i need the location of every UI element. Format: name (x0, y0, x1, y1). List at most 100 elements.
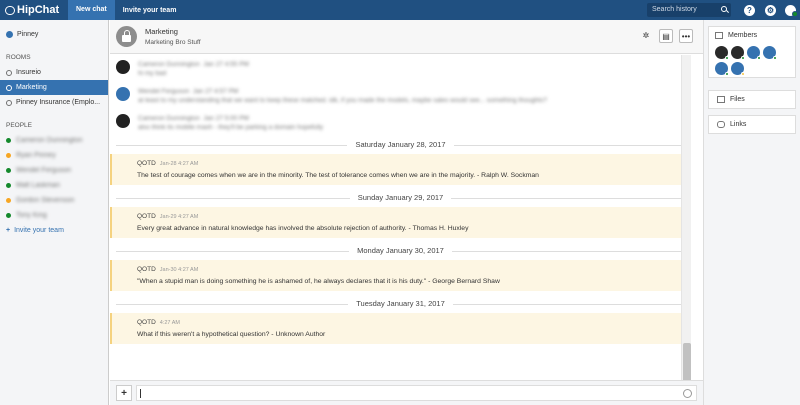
message-text: hi my bad (138, 70, 167, 77)
presence-available-icon (725, 56, 729, 60)
members-panel[interactable]: Members (708, 26, 796, 78)
message-list[interactable]: Cameron Dunnington Jan 27 4:55 PM hi my … (110, 55, 691, 400)
person-label: Gordon Stevenson (16, 197, 75, 204)
message-author: QOTD (137, 213, 156, 220)
presence-available-icon (6, 138, 11, 143)
room-icon (6, 84, 12, 91)
file-icon (717, 96, 725, 103)
files-panel[interactable]: Files (708, 90, 796, 109)
lock-icon (116, 26, 137, 47)
room-name: Marketing (145, 27, 178, 36)
message-text: Every great advance in natural knowledge… (137, 225, 469, 232)
sidebar-person[interactable]: Cameron Dunnington (0, 133, 108, 148)
member-avatar[interactable] (763, 46, 777, 60)
sidebar-invite-team-link[interactable]: + Invite your team (0, 223, 108, 238)
links-label: Links (730, 121, 747, 128)
presence-available-icon (741, 56, 745, 60)
message-text: The test of courage comes when we are in… (137, 172, 539, 179)
sidebar-room-insureio[interactable]: Insureio (0, 65, 108, 80)
avatar[interactable] (116, 60, 130, 74)
team-name-row[interactable]: Pinney (0, 20, 108, 48)
chat-bubble-icon (5, 5, 15, 15)
new-chat-button[interactable]: New chat (68, 0, 115, 20)
message-text: What if this weren't a hypothetical ques… (137, 331, 326, 338)
qotd-message: QOTD Jan-29 4:27 AM Every great advance i… (110, 207, 691, 238)
members-icon (715, 32, 723, 39)
member-avatar[interactable] (715, 46, 729, 60)
date-label: Sunday January 29, 2017 (349, 193, 452, 202)
room-label: Insureio (16, 69, 41, 76)
search-icon (721, 6, 727, 12)
help-icon[interactable]: ? (744, 4, 755, 16)
message-author: QOTD (137, 160, 156, 167)
avatar[interactable] (116, 87, 130, 101)
room-icon (6, 99, 12, 106)
presence-available-icon (725, 72, 729, 76)
date-label: Saturday January 28, 2017 (347, 140, 454, 149)
qotd-message: QOTD 4:27 AM What if this weren't a hypot… (110, 313, 691, 344)
hipchat-logo[interactable]: HipChat (0, 4, 68, 16)
message: Cameron Dunnington Jan 27 4:55 PM hi my … (110, 55, 691, 82)
member-avatar[interactable] (731, 46, 745, 60)
files-label: Files (730, 96, 745, 103)
rooms-section-label: ROOMS (6, 54, 31, 61)
presence-available-icon (6, 168, 11, 173)
message-text: at least to my understanding that we wan… (138, 97, 548, 104)
date-label: Monday January 30, 2017 (349, 246, 452, 255)
settings-icon[interactable]: ⚙ (765, 4, 776, 16)
presence-away-icon (6, 198, 11, 203)
person-label: Wendel Ferguson (16, 167, 72, 174)
date-separator: Sunday January 29, 2017 (116, 189, 685, 207)
chat-main: Marketing Marketing Bro Stuff ✲ ▤ ••• Ca… (110, 20, 703, 405)
person-label: Matt Laskman (16, 182, 60, 189)
message: Wendel Ferguson Jan 27 4:57 PM at least … (110, 82, 691, 109)
message-time: Jan-28 4:27 AM (159, 161, 199, 167)
sidebar-person[interactable]: Gordon Stevenson (0, 193, 108, 208)
add-attachment-button[interactable]: + (116, 385, 132, 401)
app-name: HipChat (17, 4, 60, 16)
text-caret (140, 389, 141, 398)
message-time: Jan-30 4:27 AM (159, 267, 199, 273)
user-avatar[interactable] (785, 4, 798, 17)
team-logo-icon (6, 30, 13, 38)
sidebar-person[interactable]: Ryan Pinney (0, 148, 108, 163)
member-avatar[interactable] (715, 62, 729, 76)
top-bar: HipChat New chat Invite your team Search… (0, 0, 800, 20)
message-input[interactable] (136, 385, 697, 401)
emoticon-icon[interactable] (683, 389, 692, 398)
person-label: Cameron Dunnington (16, 137, 83, 144)
message-time: Jan 27 4:55 PM (203, 61, 249, 68)
invite-team-button[interactable]: Invite your team (115, 7, 185, 14)
member-avatar[interactable] (731, 62, 745, 76)
scrollbar[interactable] (681, 55, 691, 400)
room-icon (6, 69, 12, 76)
qotd-message: QOTD Jan-30 4:27 AM "When a stupid man is… (110, 260, 691, 291)
sidebar-person[interactable]: Matt Laskman (0, 178, 108, 193)
more-options-icon[interactable]: ••• (679, 29, 693, 43)
notification-settings-icon[interactable]: ✲ (639, 29, 653, 43)
person-label: Ryan Pinney (16, 152, 56, 159)
presence-away-icon (6, 153, 11, 158)
room-label: Marketing (16, 84, 47, 91)
right-panel: Members Files Links (703, 20, 800, 405)
presence-away-icon (741, 72, 745, 76)
sidebar-room-pinney-insurance[interactable]: Pinney Insurance (Emplo... (0, 95, 108, 110)
sidebar-room-marketing[interactable]: Marketing (0, 80, 108, 95)
message-time: Jan-29 4:27 AM (159, 214, 199, 220)
message-time: Jan 27 4:57 PM (192, 88, 239, 95)
date-separator: Monday January 30, 2017 (116, 242, 685, 260)
sidebar-person[interactable]: Tony King (0, 208, 108, 223)
sidebar-person[interactable]: Wendel Ferguson (0, 163, 108, 178)
links-panel[interactable]: Links (708, 115, 796, 134)
member-avatar[interactable] (747, 46, 761, 60)
team-name: Pinney (17, 30, 39, 38)
message-time: 4:27 AM (159, 320, 180, 326)
message-author: Cameron Dunnington (138, 115, 200, 122)
sidebar-toggle-icon[interactable]: ▤ (659, 29, 673, 43)
message-time: Jan 27 5:00 PM (203, 115, 249, 122)
search-history-input[interactable]: Search history (647, 3, 731, 17)
avatar[interactable] (116, 114, 130, 128)
presence-available-icon (773, 56, 777, 60)
room-topic[interactable]: Marketing Bro Stuff (145, 39, 201, 46)
message-text: "When a stupid man is doing something he… (137, 278, 500, 285)
